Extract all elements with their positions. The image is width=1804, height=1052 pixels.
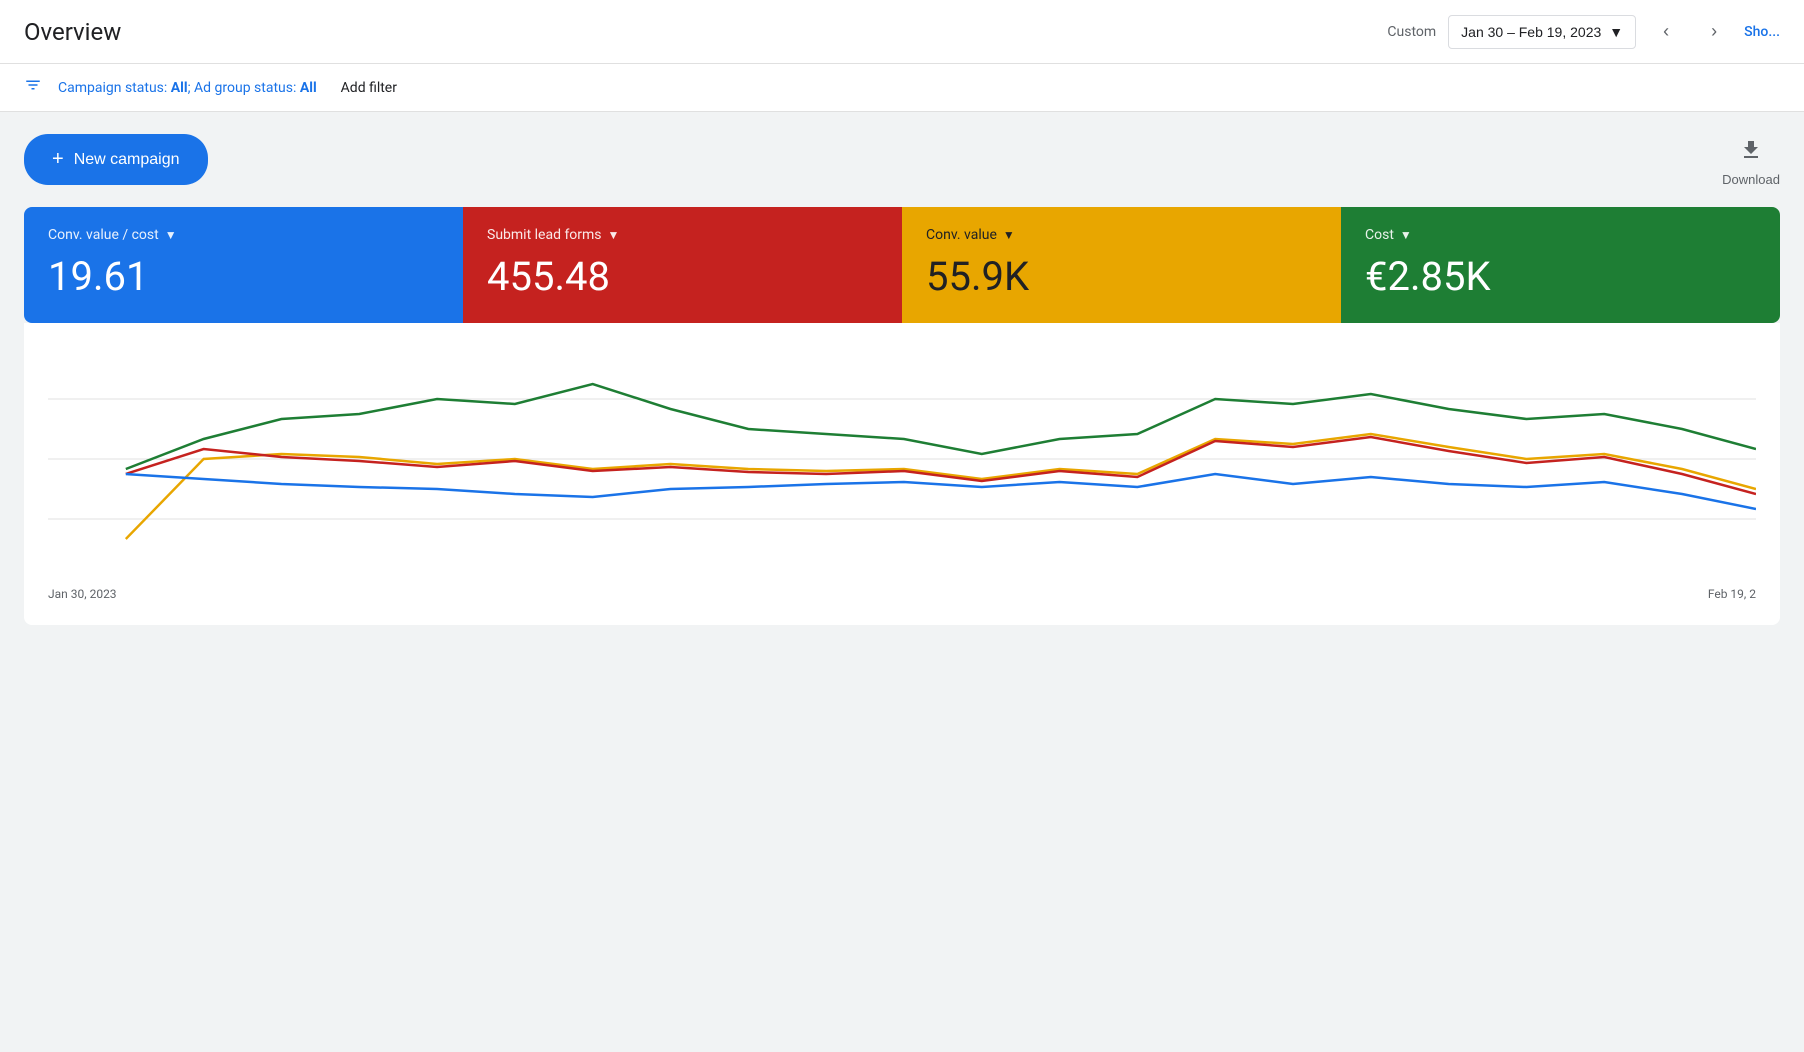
content-area: + New campaign Download Conv. value / co… — [0, 112, 1804, 645]
metric-dropdown-arrow-3: ▼ — [1003, 228, 1015, 242]
prev-period-button[interactable]: ‹ — [1648, 14, 1684, 50]
top-bar: Overview Custom Jan 30 – Feb 19, 2023 ▼ … — [0, 0, 1804, 64]
download-button[interactable]: Download — [1722, 132, 1780, 187]
metric-value-cost: €2.85K — [1365, 255, 1756, 299]
action-bar: + New campaign Download — [24, 132, 1780, 187]
metric-value-conv-value-cost: 19.61 — [48, 255, 439, 299]
download-icon — [1733, 132, 1769, 168]
add-filter-button[interactable]: Add filter — [341, 80, 397, 96]
metric-card-cost[interactable]: Cost ▼ €2.85K — [1341, 207, 1780, 323]
metric-dropdown-arrow: ▼ — [165, 228, 177, 242]
metrics-row: Conv. value / cost ▼ 19.61 Submit lead f… — [24, 207, 1780, 323]
plus-icon: + — [52, 148, 64, 171]
metric-value-conv-value: 55.9K — [926, 255, 1317, 299]
new-campaign-label: New campaign — [74, 151, 180, 169]
date-range-text: Jan 30 – Feb 19, 2023 — [1461, 24, 1601, 40]
next-period-button[interactable]: › — [1696, 14, 1732, 50]
chevron-down-icon: ▼ — [1609, 24, 1623, 40]
metric-label-conv-value: Conv. value ▼ — [926, 227, 1317, 243]
page-title: Overview — [24, 18, 121, 46]
new-campaign-button[interactable]: + New campaign — [24, 134, 208, 185]
metric-label-cost: Cost ▼ — [1365, 227, 1756, 243]
performance-chart — [48, 339, 1756, 579]
download-label: Download — [1722, 172, 1780, 187]
filter-text: Campaign status: All; Ad group status: A… — [58, 80, 317, 96]
chart-dates: Jan 30, 2023 Feb 19, 2 — [48, 587, 1756, 601]
show-link[interactable]: Sho... — [1744, 24, 1780, 40]
chart-container: Jan 30, 2023 Feb 19, 2 — [24, 323, 1780, 625]
metric-label-submit-lead-forms: Submit lead forms ▼ — [487, 227, 878, 243]
metric-card-conv-value-cost[interactable]: Conv. value / cost ▼ 19.61 — [24, 207, 463, 323]
metric-label-conv-value-cost: Conv. value / cost ▼ — [48, 227, 439, 243]
metric-value-submit-lead-forms: 455.48 — [487, 255, 878, 299]
metric-card-submit-lead-forms[interactable]: Submit lead forms ▼ 455.48 — [463, 207, 902, 323]
filter-bar: Campaign status: All; Ad group status: A… — [0, 64, 1804, 112]
chart-start-date: Jan 30, 2023 — [48, 587, 117, 601]
date-range-picker[interactable]: Jan 30 – Feb 19, 2023 ▼ — [1448, 15, 1636, 49]
top-bar-right: Custom Jan 30 – Feb 19, 2023 ▼ ‹ › Sho..… — [1387, 14, 1780, 50]
metric-dropdown-arrow-4: ▼ — [1400, 228, 1412, 242]
metric-dropdown-arrow-2: ▼ — [608, 228, 620, 242]
custom-label: Custom — [1387, 24, 1436, 40]
chart-end-date: Feb 19, 2 — [1708, 587, 1756, 601]
filter-icon[interactable] — [24, 76, 42, 99]
metric-card-conv-value[interactable]: Conv. value ▼ 55.9K — [902, 207, 1341, 323]
